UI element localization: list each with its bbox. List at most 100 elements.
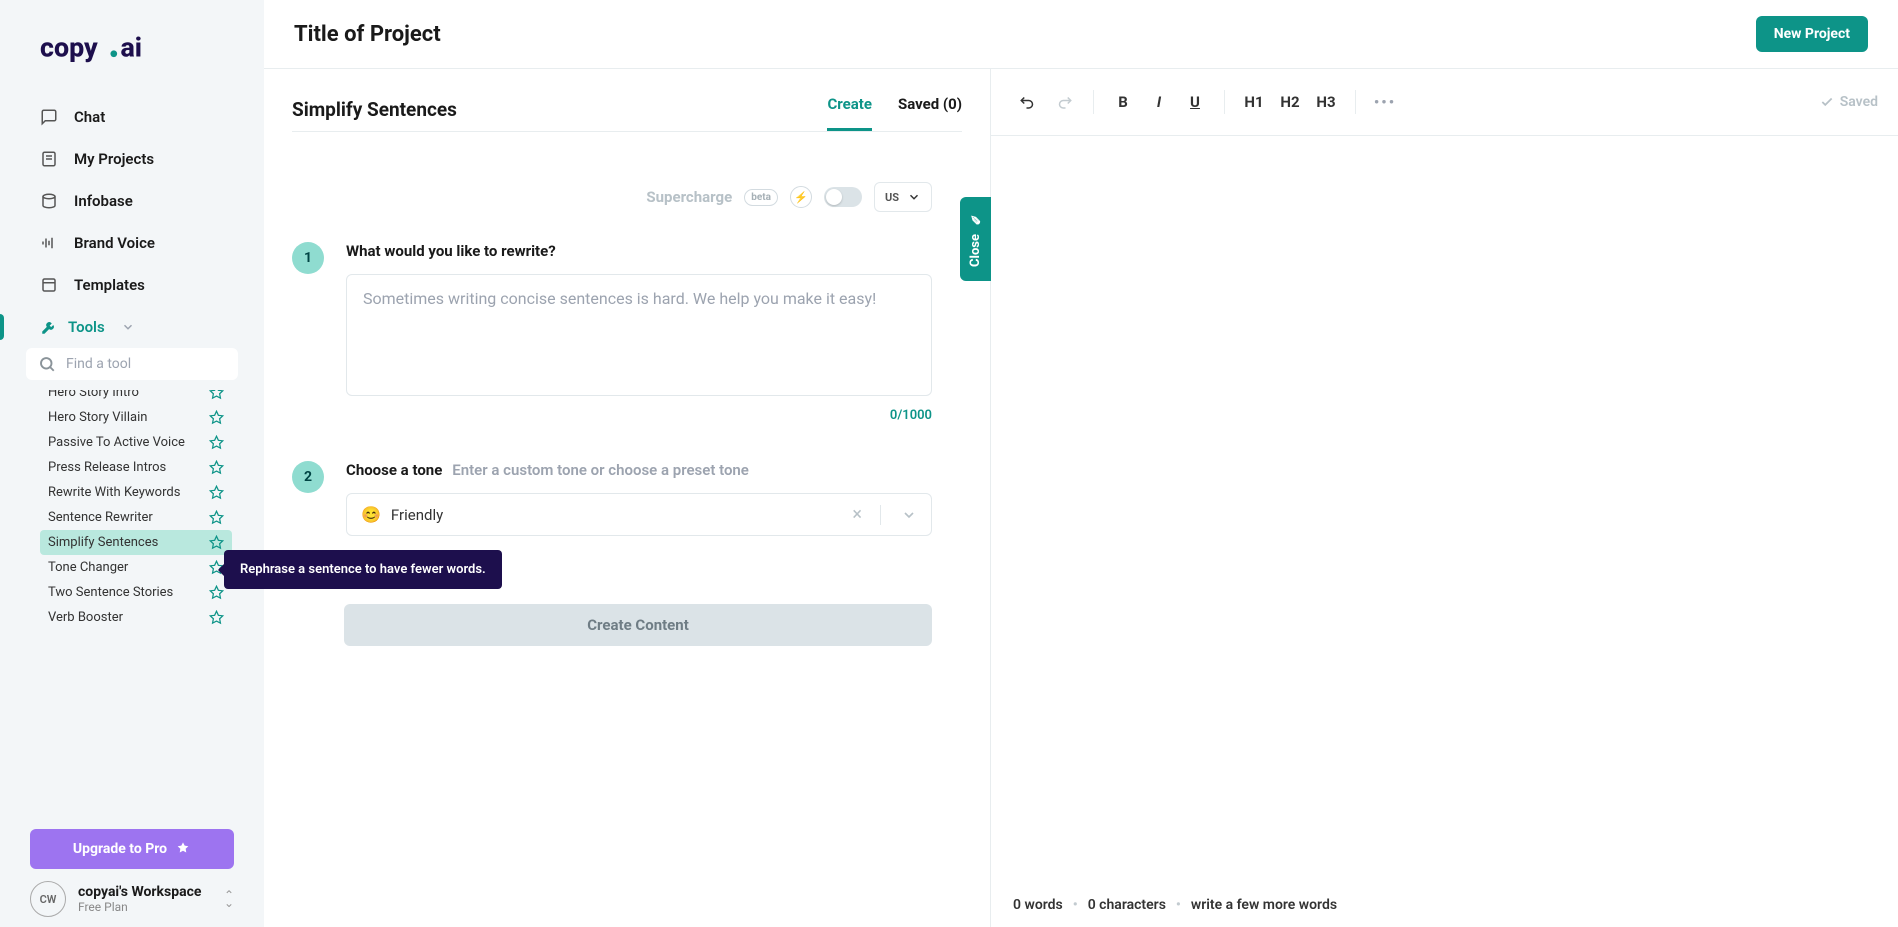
star-icon[interactable]: [209, 485, 224, 500]
step-2-label: Choose a tone: [346, 461, 442, 479]
tool-item-label: Verb Booster: [48, 610, 123, 625]
sidebar-item-templates[interactable]: Templates: [40, 264, 224, 306]
tone-select[interactable]: 😊 Friendly ×: [346, 493, 932, 536]
tool-item[interactable]: Verb Booster: [40, 605, 232, 630]
tab-create[interactable]: Create: [827, 87, 871, 131]
step-number-1: 1: [292, 242, 324, 274]
tool-item-label: Passive To Active Voice: [48, 435, 185, 450]
step-number-2: 2: [292, 461, 324, 493]
tool-item-label: Tone Changer: [48, 560, 128, 575]
redo-button[interactable]: [1047, 85, 1081, 119]
upgrade-button[interactable]: Upgrade to Pro: [30, 829, 234, 869]
star-icon[interactable]: [209, 435, 224, 450]
tool-search[interactable]: [26, 348, 238, 380]
star-icon[interactable]: [209, 460, 224, 475]
pencil-icon: ✎: [968, 211, 983, 226]
check-icon: [1820, 95, 1834, 109]
tool-list[interactable]: Hero Story Intro Hero Story Villain Passiv…: [40, 390, 238, 630]
nav-list: Chat My Projects Infobase Brand Voice Te…: [0, 96, 264, 348]
chevron-down-icon[interactable]: [891, 507, 917, 523]
tool-item[interactable]: Simplify Sentences: [40, 530, 232, 555]
char-count: 0 characters: [1088, 897, 1166, 913]
h1-button[interactable]: H1: [1237, 85, 1271, 119]
tone-emoji: 😊: [361, 505, 381, 524]
rewrite-input[interactable]: [346, 274, 932, 396]
projects-icon: [40, 150, 58, 168]
page-title[interactable]: Title of Project: [294, 22, 441, 47]
tool-tooltip: Rephrase a sentence to have fewer words.: [224, 550, 502, 589]
nav-label: Chat: [74, 108, 105, 126]
nav-label: Tools: [68, 318, 105, 336]
new-project-button[interactable]: New Project: [1756, 16, 1868, 52]
editor-footer: 0 words • 0 characters • write a few mor…: [991, 883, 1898, 927]
chat-icon: [40, 108, 58, 126]
star-icon[interactable]: [209, 535, 224, 550]
char-counter: 0/1000: [346, 408, 932, 423]
tone-value: Friendly: [391, 506, 834, 524]
workspace-name: copyai's Workspace: [78, 884, 212, 900]
bolt-icon: ⚡: [790, 186, 812, 208]
underline-button[interactable]: U: [1178, 85, 1212, 119]
tool-item-label: Sentence Rewriter: [48, 510, 153, 525]
nav-label: Templates: [74, 276, 145, 294]
undo-button[interactable]: [1011, 85, 1045, 119]
supercharge-toggle[interactable]: [824, 187, 862, 207]
h3-button[interactable]: H3: [1309, 85, 1343, 119]
star-icon[interactable]: [209, 510, 224, 525]
h2-button[interactable]: H2: [1273, 85, 1307, 119]
language-select[interactable]: US: [874, 182, 932, 212]
star-icon[interactable]: [209, 585, 224, 600]
search-icon: [38, 355, 56, 373]
sidebar-item-brand-voice[interactable]: Brand Voice: [40, 222, 224, 264]
toolbar: B I U H1 H2 H3 ••• Saved: [991, 69, 1898, 136]
bold-button[interactable]: B: [1106, 85, 1140, 119]
beta-badge: beta: [744, 189, 778, 206]
tool-item[interactable]: Hero Story Intro: [40, 390, 232, 405]
tool-item-label: Hero Story Intro: [48, 390, 139, 400]
sidebar-item-chat[interactable]: Chat: [40, 96, 224, 138]
tool-item-label: Rewrite With Keywords: [48, 485, 180, 500]
badge-icon: [175, 841, 191, 857]
sidebar-item-infobase[interactable]: Infobase: [40, 180, 224, 222]
templates-icon: [40, 276, 58, 294]
infobase-icon: [40, 192, 58, 210]
tool-item[interactable]: Rewrite With Keywords: [40, 480, 232, 505]
sidebar-item-tools[interactable]: Tools: [40, 306, 224, 348]
brand-voice-icon: [40, 234, 58, 252]
close-panel-button[interactable]: Close ✎: [960, 197, 991, 281]
chevron-down-icon: [121, 320, 135, 334]
search-input[interactable]: [66, 356, 244, 372]
word-count: 0 words: [1013, 897, 1063, 913]
close-label: Close: [968, 234, 983, 267]
tool-item[interactable]: Press Release Intros: [40, 455, 232, 480]
step-1-label: What would you like to rewrite?: [346, 242, 932, 260]
tab-saved[interactable]: Saved (0): [898, 87, 962, 131]
upgrade-label: Upgrade to Pro: [73, 841, 167, 857]
italic-button[interactable]: I: [1142, 85, 1176, 119]
saved-indicator: Saved: [1820, 94, 1878, 110]
star-icon[interactable]: [209, 390, 224, 400]
nav-label: My Projects: [74, 150, 154, 168]
language-value: US: [885, 191, 899, 204]
tool-item-label: Simplify Sentences: [48, 535, 158, 550]
tool-item[interactable]: Two Sentence Stories: [40, 580, 232, 605]
editor-body[interactable]: [991, 136, 1898, 883]
star-icon[interactable]: [209, 610, 224, 625]
tools-icon: [40, 318, 58, 336]
star-icon[interactable]: [209, 410, 224, 425]
editor-panel: B I U H1 H2 H3 ••• Saved: [990, 69, 1898, 927]
tool-item[interactable]: Passive To Active Voice: [40, 430, 232, 455]
tool-item[interactable]: Sentence Rewriter: [40, 505, 232, 530]
sidebar: copyai Chat My Projects Infobase Brand V…: [0, 0, 264, 927]
tool-item[interactable]: Hero Story Villain: [40, 405, 232, 430]
sidebar-item-projects[interactable]: My Projects: [40, 138, 224, 180]
clear-icon[interactable]: ×: [844, 504, 870, 525]
svg-text:copy: copy: [40, 32, 98, 64]
tool-item[interactable]: Tone Changer: [40, 555, 232, 580]
supercharge-label: Supercharge: [646, 188, 732, 206]
more-button[interactable]: •••: [1368, 85, 1402, 119]
workspace-switcher[interactable]: CW copyai's Workspace Free Plan ⌃⌄: [0, 881, 264, 927]
create-content-button[interactable]: Create Content: [344, 604, 932, 646]
saved-label: Saved: [1840, 94, 1878, 110]
tool-item-label: Press Release Intros: [48, 460, 166, 475]
